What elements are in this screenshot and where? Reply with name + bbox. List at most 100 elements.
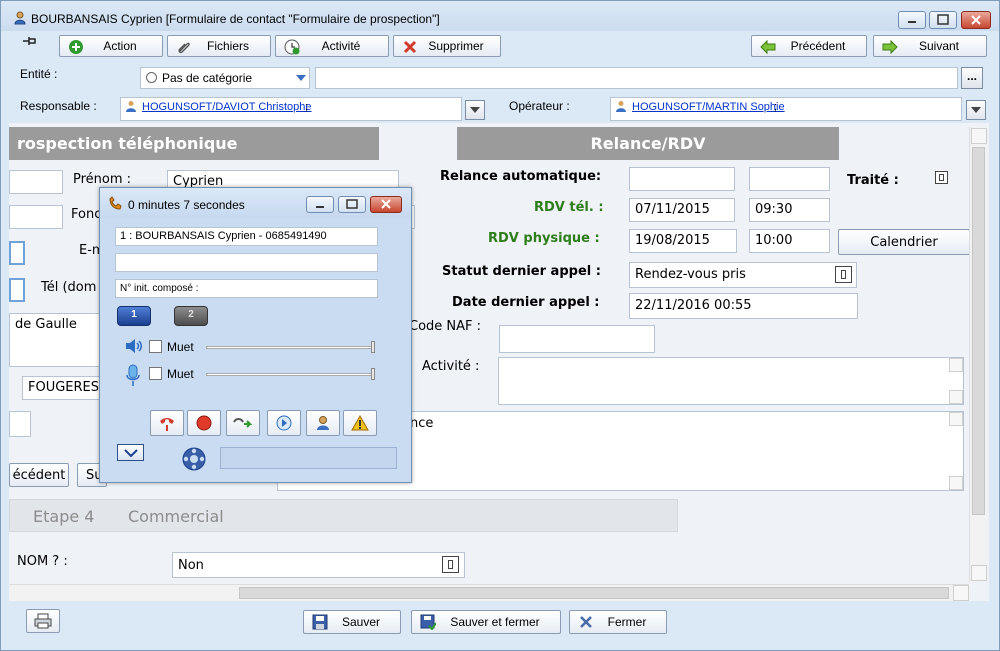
responsable-field[interactable]: HOGUNSOFT/DAVIOT Christophe ;: [120, 97, 462, 121]
stop-button[interactable]: [187, 410, 221, 436]
notes-scroll-up[interactable]: [949, 412, 963, 426]
email-toggle[interactable]: [9, 241, 25, 265]
operateur-field[interactable]: HOGUNSOFT/MARTIN Sophie ;: [610, 97, 962, 121]
activite-scroll-down[interactable]: [949, 390, 963, 404]
vertical-scrollbar[interactable]: [969, 127, 987, 582]
fermer-button[interactable]: Fermer: [569, 610, 667, 634]
user-icon: [125, 100, 137, 112]
operateur-link[interactable]: HOGUNSOFT/MARTIN Sophie: [632, 101, 785, 113]
activite-button[interactable]: Activité: [275, 35, 389, 57]
clock-add-icon: [284, 39, 300, 55]
action-button[interactable]: Action: [59, 35, 163, 57]
date-dernier-appel-input[interactable]: 22/11/2016 00:55: [629, 293, 858, 319]
supprimer-button[interactable]: Supprimer: [393, 35, 501, 57]
precedent-button[interactable]: Précédent: [751, 35, 867, 57]
operateur-label: Opérateur :: [509, 99, 570, 113]
printer-icon: [34, 613, 52, 629]
call-popup-titlebar: 0 minutes 7 secondes: [100, 188, 411, 218]
warning-button[interactable]: [343, 410, 377, 436]
notes-text: nce: [410, 416, 434, 431]
calendrier-button[interactable]: Calendrier: [838, 229, 970, 255]
horizontal-scrollbar[interactable]: [9, 584, 969, 601]
transfer-button[interactable]: [226, 410, 260, 436]
line-2-button[interactable]: 2: [174, 306, 208, 326]
traite-label: Traité :: [847, 173, 899, 188]
microphone-mute-checkbox[interactable]: [149, 367, 162, 380]
vscroll-up[interactable]: [971, 128, 987, 144]
speaker-mute-checkbox[interactable]: [149, 340, 162, 353]
popup-minimize-button[interactable]: [306, 196, 334, 213]
chevron-down-icon: [123, 448, 138, 457]
transfer-icon: [233, 418, 253, 428]
responsable-link[interactable]: HOGUNSOFT/DAVIOT Christophe: [142, 101, 312, 113]
hangup-button[interactable]: [150, 410, 184, 436]
sauver-button[interactable]: Sauver: [303, 610, 401, 634]
popup-close-button[interactable]: [370, 196, 402, 213]
relance-date-input[interactable]: [629, 167, 735, 191]
nom-question-button[interactable]: [442, 556, 459, 573]
minimize-button[interactable]: [898, 11, 926, 29]
microphone-volume-thumb[interactable]: [371, 368, 375, 380]
rdv-physique-time-input[interactable]: 10:00: [749, 229, 830, 253]
activite-scroll-up[interactable]: [949, 358, 963, 372]
statut-select-button[interactable]: [835, 266, 852, 283]
statut-select[interactable]: Rendez-vous pris: [629, 262, 857, 288]
speaker-volume-thumb[interactable]: [371, 341, 375, 353]
activite-textarea[interactable]: [498, 357, 964, 405]
responsable-dropdown[interactable]: [465, 100, 485, 120]
categorie-radio-icon: [146, 72, 157, 83]
close-button[interactable]: [961, 11, 991, 29]
code-naf-input[interactable]: [499, 325, 655, 353]
notes-scroll-down[interactable]: [949, 476, 963, 490]
step-commercial[interactable]: Commercial: [128, 507, 224, 526]
vscroll-down[interactable]: [971, 565, 987, 581]
call-status-field: [220, 447, 397, 469]
speaker-volume-slider[interactable]: [206, 346, 374, 349]
operateur-dropdown[interactable]: [966, 100, 986, 120]
entite-label: Entité :: [20, 67, 58, 81]
popup-maximize-button[interactable]: [338, 196, 366, 213]
pin-icon[interactable]: [21, 34, 39, 48]
hscroll-right[interactable]: [953, 585, 969, 601]
expand-button[interactable]: [117, 444, 144, 461]
rdv-tel-label: RDV tél. :: [534, 200, 604, 215]
suivant-button[interactable]: Suivant: [873, 35, 987, 57]
rdv-tel-date-input[interactable]: 07/11/2015: [629, 198, 735, 222]
categorie-dropdown-arrow[interactable]: [293, 70, 309, 86]
add-icon: [68, 39, 84, 55]
speaker-mute-label: Muet: [167, 340, 194, 354]
relance-time-input[interactable]: [749, 167, 830, 191]
sauver-fermer-button[interactable]: Sauver et fermer: [411, 610, 561, 634]
nom-question-select[interactable]: Non: [172, 552, 465, 578]
left-input-3[interactable]: [9, 411, 31, 437]
save-close-icon: [420, 614, 437, 631]
address-textarea[interactable]: de Gaulle: [9, 313, 104, 367]
rdv-physique-date-input[interactable]: 19/08/2015: [629, 229, 737, 253]
print-button[interactable]: [26, 609, 60, 633]
entite-input[interactable]: [315, 67, 958, 89]
maximize-button[interactable]: [929, 11, 957, 29]
entite-browse-button[interactable]: ...: [961, 67, 983, 89]
categorie-select[interactable]: Pas de catégorie: [140, 67, 310, 89]
city-input[interactable]: FOUGERES: [22, 376, 104, 400]
left-input-2[interactable]: [9, 205, 63, 229]
traite-checkbox[interactable]: [935, 171, 948, 184]
line-1-button[interactable]: 1: [117, 306, 151, 326]
left-input-1[interactable]: [9, 170, 63, 194]
play-button[interactable]: [267, 410, 301, 436]
rdv-tel-time-input[interactable]: 09:30: [749, 198, 830, 222]
rdv-physique-label: RDV physique :: [488, 231, 600, 246]
contact-button[interactable]: [306, 410, 340, 436]
tel-toggle[interactable]: [9, 278, 25, 302]
operateur-semicolon: ;: [774, 101, 778, 113]
statut-label: Statut dernier appel :: [442, 264, 601, 279]
vscroll-thumb[interactable]: [972, 147, 985, 515]
user-icon: [615, 100, 627, 112]
hscroll-thumb[interactable]: [239, 587, 949, 599]
left-section-header: rospection téléphonique: [9, 127, 379, 160]
step-etape-4[interactable]: Etape 4: [33, 507, 94, 526]
step-previous-button[interactable]: écédent: [9, 463, 69, 487]
fichiers-button[interactable]: Fichiers: [167, 35, 271, 57]
code-naf-label: Code NAF :: [409, 319, 482, 334]
microphone-volume-slider[interactable]: [206, 373, 374, 376]
